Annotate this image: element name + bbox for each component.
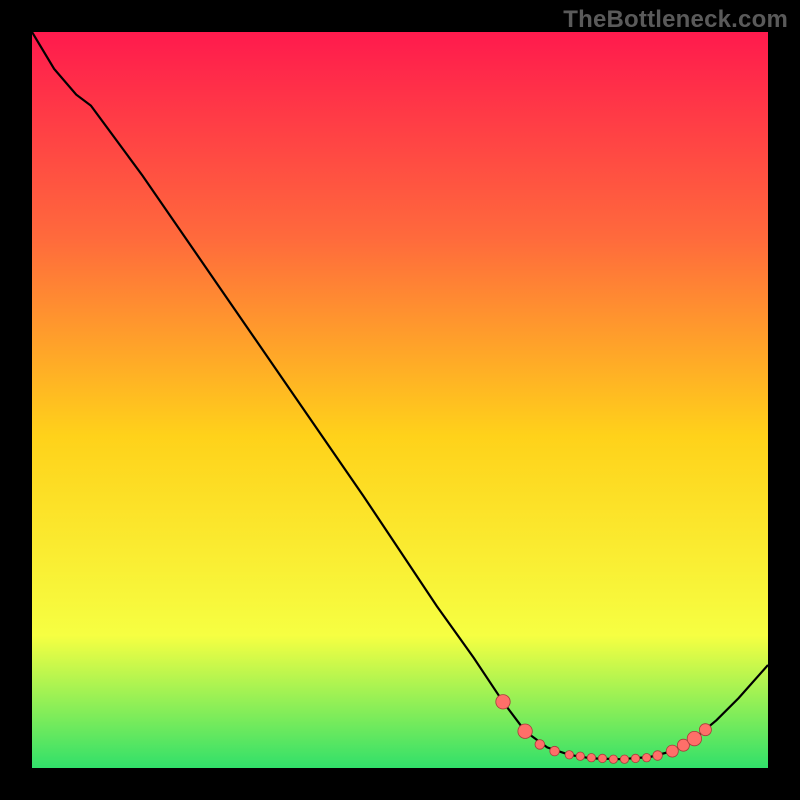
curve-marker bbox=[631, 754, 639, 762]
chart-frame: TheBottleneck.com bbox=[0, 0, 800, 800]
curve-marker bbox=[535, 740, 545, 750]
curve-marker bbox=[609, 755, 617, 763]
curve-marker bbox=[653, 751, 663, 761]
plot-area bbox=[32, 32, 768, 768]
curve-marker bbox=[576, 752, 584, 760]
chart-svg bbox=[32, 32, 768, 768]
curve-marker bbox=[565, 751, 573, 759]
curve-marker bbox=[518, 724, 532, 738]
curve-marker bbox=[620, 755, 628, 763]
curve-marker bbox=[699, 724, 711, 736]
curve-marker bbox=[496, 695, 510, 709]
watermark-text: TheBottleneck.com bbox=[563, 6, 788, 34]
curve-marker bbox=[687, 731, 701, 745]
curve-marker bbox=[666, 745, 678, 757]
curve-marker bbox=[598, 754, 606, 762]
curve-marker bbox=[550, 746, 560, 756]
curve-marker bbox=[642, 754, 650, 762]
curve-marker bbox=[587, 754, 595, 762]
gradient-background bbox=[32, 32, 768, 768]
